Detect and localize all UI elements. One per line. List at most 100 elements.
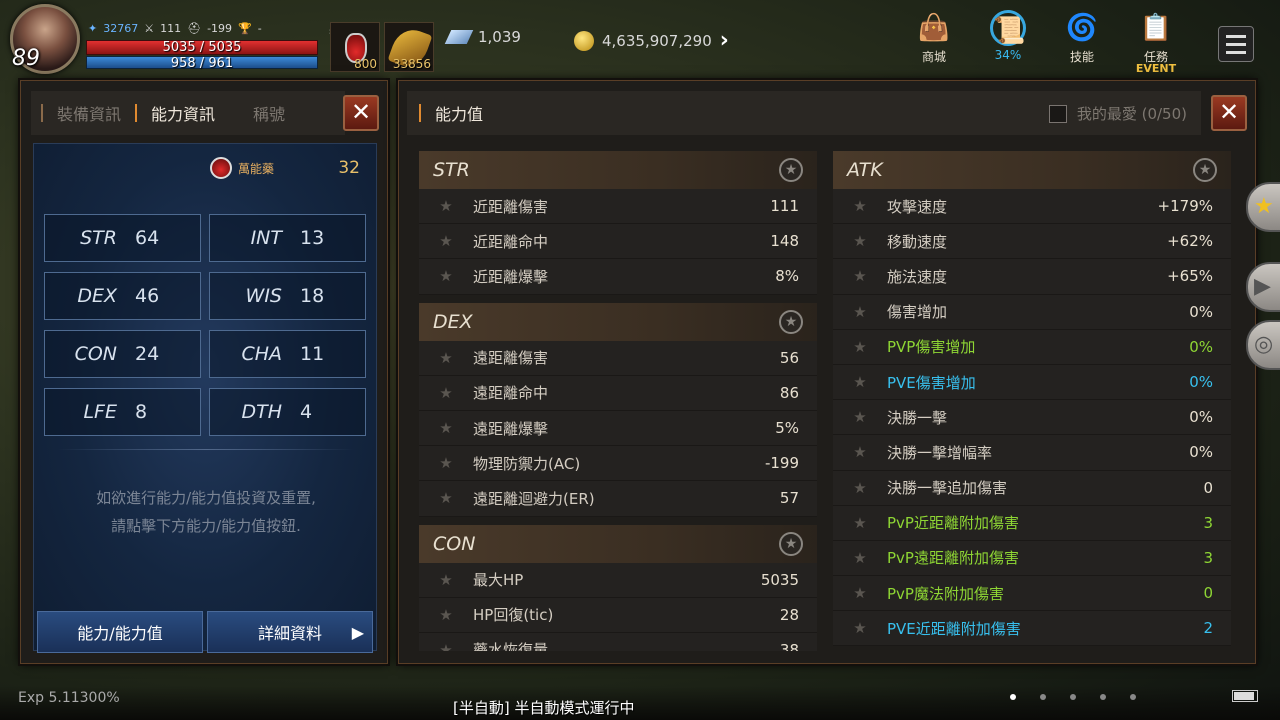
skill-button[interactable]: 🌀 技能 (1052, 10, 1112, 72)
stat-box-wis[interactable]: WIS 18 (209, 272, 366, 320)
stat-row[interactable]: ★ 藥水恢復量 38 (419, 632, 817, 651)
ability-button[interactable]: 能力/能力值 (37, 611, 203, 653)
section-header-atk: ATK ★ (833, 151, 1231, 189)
star-icon[interactable]: ★ (419, 489, 473, 507)
star-icon[interactable]: ★ (419, 349, 473, 367)
favorite-star-icon[interactable]: ★ (779, 309, 803, 334)
stat-box-lfe[interactable]: LFE 8 (44, 388, 201, 436)
star-icon[interactable]: ★ (833, 338, 887, 356)
tab-equipment-info[interactable]: 裝備資訊 (43, 101, 135, 125)
quest-button[interactable]: 📋 任務 EVENT (1126, 10, 1186, 75)
stat-row[interactable]: ★ 決勝一擊增幅率 0% (833, 435, 1231, 471)
favorite-star-icon[interactable]: ★ (779, 531, 803, 556)
star-icon[interactable]: ★ (419, 571, 473, 589)
side-play-button[interactable]: ▶ (1246, 262, 1280, 312)
star-icon[interactable]: ★ (419, 232, 473, 250)
stat-row[interactable]: ★ 遠距離爆擊 5% (419, 410, 817, 447)
stat-row[interactable]: ★ PvP近距離附加傷害 3 (833, 505, 1231, 541)
close-right-panel-button[interactable]: ✕ (1211, 95, 1247, 131)
close-left-panel-button[interactable]: ✕ (343, 95, 379, 131)
map-progress-button[interactable]: 📜 34% (978, 10, 1038, 72)
hp-text: 5035 / 5035 (162, 40, 242, 55)
star-icon[interactable]: ★ (833, 197, 887, 215)
shop-button[interactable]: 👜 商城 (904, 10, 964, 72)
stat-row[interactable]: ★ PvP魔法附加傷害 0 (833, 576, 1231, 612)
stat-row[interactable]: ★ PVE近距離附加傷害 2 (833, 611, 1231, 647)
stat-row[interactable]: ★ 遠距離傷害 56 (419, 340, 817, 376)
stat-box-cha[interactable]: CHA 11 (209, 330, 366, 378)
page-dot[interactable] (1070, 694, 1076, 700)
stat-row[interactable]: ★ 遠距離命中 86 (419, 375, 817, 411)
star-icon[interactable]: ★ (419, 641, 473, 651)
favorite-star-icon[interactable]: ★ (1193, 158, 1217, 182)
star-icon[interactable]: ★ (833, 514, 887, 532)
page-dot[interactable] (1130, 694, 1136, 700)
stat-box-dex[interactable]: DEX 46 (44, 272, 201, 320)
star-icon[interactable]: ★ (833, 373, 887, 391)
power-value: 32767 (103, 22, 139, 35)
tab-ability-info[interactable]: 能力資訊 (137, 101, 229, 125)
ability-values-panel: 能力值 我的最愛 (0/50) ✕ STR ★ ★ 近距離傷害 111 ★ 近距離命中… (398, 80, 1256, 664)
side-swirl-button[interactable]: ◎ (1246, 320, 1280, 370)
elixir-icon (210, 157, 232, 179)
stat-row[interactable]: ★ PvP遠距離附加傷害 3 (833, 540, 1231, 577)
quickslot-feather[interactable]: 33856 (384, 22, 434, 72)
star-icon[interactable]: ★ (419, 419, 473, 437)
stat-row[interactable]: ★ HP回復(tic) 28 (419, 597, 817, 633)
stat-row[interactable]: ★ PVP傷害增加 0% (833, 329, 1231, 365)
star-icon[interactable]: ★ (833, 619, 887, 637)
stat-box-int[interactable]: INT 13 (209, 214, 366, 262)
tab-titles[interactable]: 稱號 (229, 101, 299, 125)
section-title: ATK (847, 159, 883, 181)
stat-row[interactable]: ★ 移動速度 +62% (833, 224, 1231, 260)
stat-row[interactable]: ★ 傷害增加 0% (833, 294, 1231, 330)
star-icon[interactable]: ★ (833, 549, 887, 567)
detail-button[interactable]: 詳細資料 ▶ (207, 611, 373, 653)
chevron-right-icon[interactable]: › (720, 28, 729, 53)
star-icon[interactable]: ★ (833, 584, 887, 602)
stat-row[interactable]: ★ 施法速度 +65% (833, 259, 1231, 295)
star-icon[interactable]: ★ (419, 197, 473, 215)
star-icon[interactable]: ★ (419, 384, 473, 402)
star-icon[interactable]: ★ (419, 606, 473, 624)
stat-row[interactable]: ★ PVE傷害增加 0% (833, 364, 1231, 401)
star-icon[interactable]: ★ (833, 479, 887, 497)
stat-box-con[interactable]: CON 24 (44, 330, 201, 378)
stat-row[interactable]: ★ 物理防禦力(AC) -199 (419, 446, 817, 482)
favorite-star-icon[interactable]: ★ (779, 158, 803, 182)
stat-row[interactable]: ★ 近距離命中 148 (419, 224, 817, 260)
stat-row[interactable]: ★ 遠距離迴避力(ER) 57 (419, 481, 817, 517)
stat-row[interactable]: ★ 決勝一擊 0% (833, 400, 1231, 436)
star-icon[interactable]: ★ (833, 232, 887, 250)
map-scroll-icon: 📜 (990, 10, 1026, 46)
star-icon[interactable]: ★ (419, 267, 473, 285)
stat-row[interactable]: ★ 近距離爆擊 8% (419, 259, 817, 295)
stat-value: +65% (1167, 267, 1213, 286)
side-favorite-button[interactable]: ★ (1246, 182, 1280, 232)
gold-currency[interactable]: 4,635,907,290 › (574, 28, 729, 53)
stat-value: 8 (135, 401, 148, 423)
favorites-filter[interactable]: 我的最愛 (0/50) (1048, 103, 1187, 124)
stat-label: 最大HP (473, 571, 524, 590)
main-menu-button[interactable] (1218, 26, 1254, 62)
page-dot[interactable] (1040, 694, 1046, 700)
stat-box-dth[interactable]: DTH 4 (209, 388, 366, 436)
star-icon[interactable]: ★ (833, 443, 887, 461)
star-icon[interactable]: ★ (833, 303, 887, 321)
stat-row[interactable]: ★ 最大HP 5035 (419, 562, 817, 598)
helmet-icon: ⛑ (187, 22, 202, 35)
stat-row[interactable]: ★ 攻擊速度 +179% (833, 189, 1231, 225)
favorites-checkbox[interactable] (1048, 104, 1067, 123)
stat-row[interactable]: ★ 決勝一擊追加傷害 0 (833, 470, 1231, 506)
stat-box-str[interactable]: STR 64 (44, 214, 201, 262)
invest-hint-text: 如欲進行能力/能力值投資及重置, 請點擊下方能力/能力值按鈕. (34, 484, 378, 540)
quickslot-potion[interactable]: 800 (330, 22, 380, 72)
star-icon[interactable]: ★ (419, 454, 473, 472)
page-dot[interactable] (1100, 694, 1106, 700)
star-icon[interactable]: ★ (833, 408, 887, 426)
stat-row[interactable]: ★ 近距離傷害 111 (419, 189, 817, 225)
page-dot[interactable] (1010, 694, 1016, 700)
star-icon[interactable]: ★ (833, 267, 887, 285)
stat-label: 傷害增加 (887, 303, 948, 322)
